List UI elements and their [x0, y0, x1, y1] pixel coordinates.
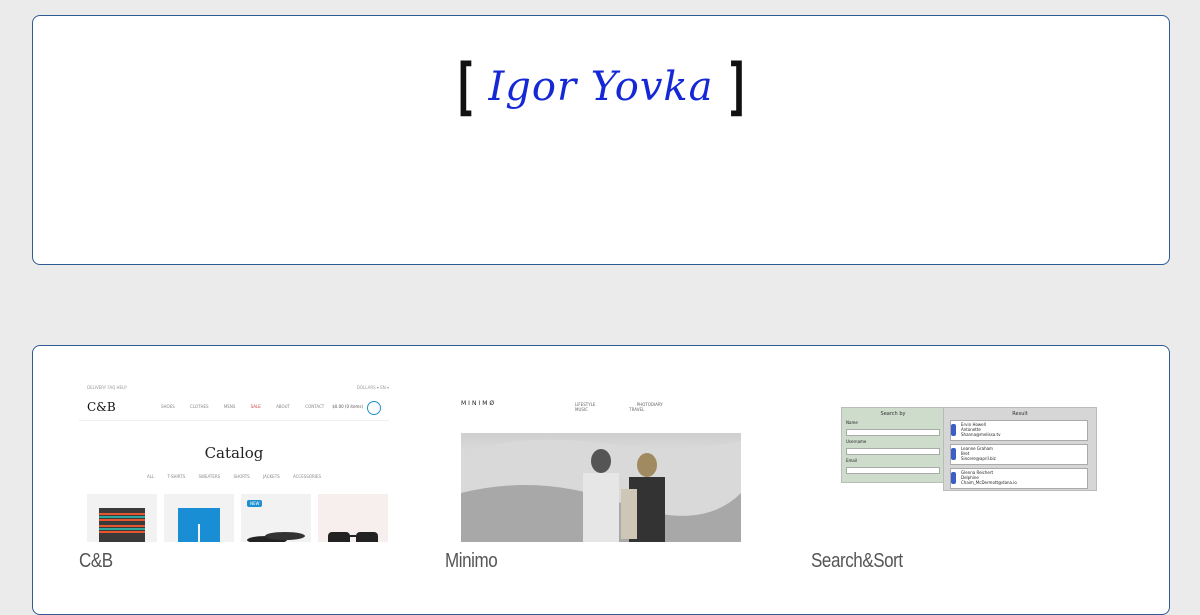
cb-menu-item: CONTACT: [305, 404, 325, 409]
cb-menu-item: MENS: [223, 404, 236, 409]
ss-name-input: [846, 429, 940, 436]
cb-topbar-left: DELIVERY FAQ HELP: [87, 385, 127, 390]
logo-name: Igor Yovka: [488, 64, 714, 110]
project-caption-minimo[interactable]: Minimo: [445, 550, 709, 573]
cart-icon: [367, 401, 381, 415]
cb-logo: C&B: [87, 400, 116, 414]
cb-topbar-right: DOLLARS ▾ EN ▾: [356, 385, 389, 390]
site-logo[interactable]: [ Igor Yovka ]: [33, 56, 1169, 118]
header-panel: [ Igor Yovka ]: [32, 15, 1170, 265]
cb-product-sunglasses: [318, 494, 388, 542]
ss-result-row: Leanne Graham Bret Sincere@april.biz: [950, 444, 1088, 465]
project-card-minimo[interactable]: MINIMØ LIFESTYLE PHOTODIARY MUSIC TRAVEL: [445, 382, 755, 573]
cb-filter: ALL: [147, 474, 155, 479]
cb-filter: T-SHIRTS: [167, 474, 186, 479]
cb-filter: JACKETS: [262, 474, 280, 479]
ss-result-email: Sincere@april.biz: [961, 456, 996, 461]
ss-row-button: [951, 472, 956, 484]
project-thumbnail-minimo[interactable]: MINIMØ LIFESTYLE PHOTODIARY MUSIC TRAVEL: [445, 382, 755, 542]
cb-menu: SHOES CLOTHES MENS SALE ABOUT CONTACT: [161, 404, 338, 409]
cb-product-shorts-striped: [87, 494, 157, 542]
ss-field-label: Name: [846, 420, 858, 425]
ss-email-input: [846, 467, 940, 474]
project-caption-search-sort[interactable]: Search&Sort: [811, 550, 1075, 573]
cb-menu-item: SHOES: [161, 404, 175, 409]
ss-username-input: [846, 448, 940, 455]
ss-result-panel: Result Ervin Howell Antonette Shanna@mel…: [943, 407, 1097, 491]
minimo-hero-photo: [461, 433, 741, 542]
minimo-menu: LIFESTYLE PHOTODIARY MUSIC TRAVEL: [575, 402, 755, 412]
ss-field-label: Username: [846, 439, 867, 444]
ss-row-button: [951, 448, 956, 460]
project-card-search-sort[interactable]: Search by Name Username Email Result Erv…: [811, 382, 1121, 573]
project-card-cb[interactable]: DELIVERY FAQ HELP DOLLARS ▾ EN ▾ C&B SHO…: [79, 382, 389, 573]
cb-menu-item: SALE: [250, 404, 261, 409]
cb-navbar: C&B SHOES CLOTHES MENS SALE ABOUT CONTAC…: [79, 394, 389, 421]
cb-catalog-title: Catalog: [204, 444, 264, 462]
ss-search-panel: Search by Name Username Email: [841, 407, 945, 483]
project-caption-cb[interactable]: C&B: [79, 550, 343, 573]
cb-filter: SWEATERS: [198, 474, 221, 479]
minimo-menu-item: TRAVEL: [629, 407, 645, 412]
cb-menu-item: ABOUT: [276, 404, 290, 409]
cb-filter: ACCESSORIES: [292, 474, 321, 479]
logo-bracket-close: ]: [724, 50, 751, 123]
ss-result-email: Shanna@melissa.tv: [961, 432, 1001, 437]
ss-search-title: Search by: [880, 411, 906, 417]
project-thumbnail-cb[interactable]: DELIVERY FAQ HELP DOLLARS ▾ EN ▾ C&B SHO…: [79, 382, 389, 542]
cb-product-shorts-blue: [164, 494, 234, 542]
ss-row-button: [951, 424, 956, 436]
cb-menu-item: CLOTHES: [190, 404, 209, 409]
ss-result-row: Glenna Reichert Delphine Chaim_McDermott…: [950, 468, 1088, 489]
cb-new-badge: NEW: [247, 500, 263, 507]
ss-result-row: Ervin Howell Antonette Shanna@melissa.tv: [950, 420, 1088, 441]
cb-filters: ALL T-SHIRTS SWEATERS SHORTS JACKETS ACC…: [79, 474, 389, 479]
logo-bracket-open: [: [451, 50, 478, 123]
minimo-menu-item: MUSIC: [575, 407, 588, 412]
cb-cart-total: $0.00 (0 items): [332, 404, 363, 409]
ss-result-title: Result: [1012, 411, 1028, 417]
portfolio-panel: DELIVERY FAQ HELP DOLLARS ▾ EN ▾ C&B SHO…: [32, 345, 1170, 615]
project-thumbnail-search-sort[interactable]: Search by Name Username Email Result Erv…: [811, 382, 1121, 542]
cb-filter: SHORTS: [233, 474, 250, 479]
ss-field-label: Email: [846, 458, 858, 463]
ss-result-email: Chaim_McDermott@dana.io: [961, 480, 1017, 485]
